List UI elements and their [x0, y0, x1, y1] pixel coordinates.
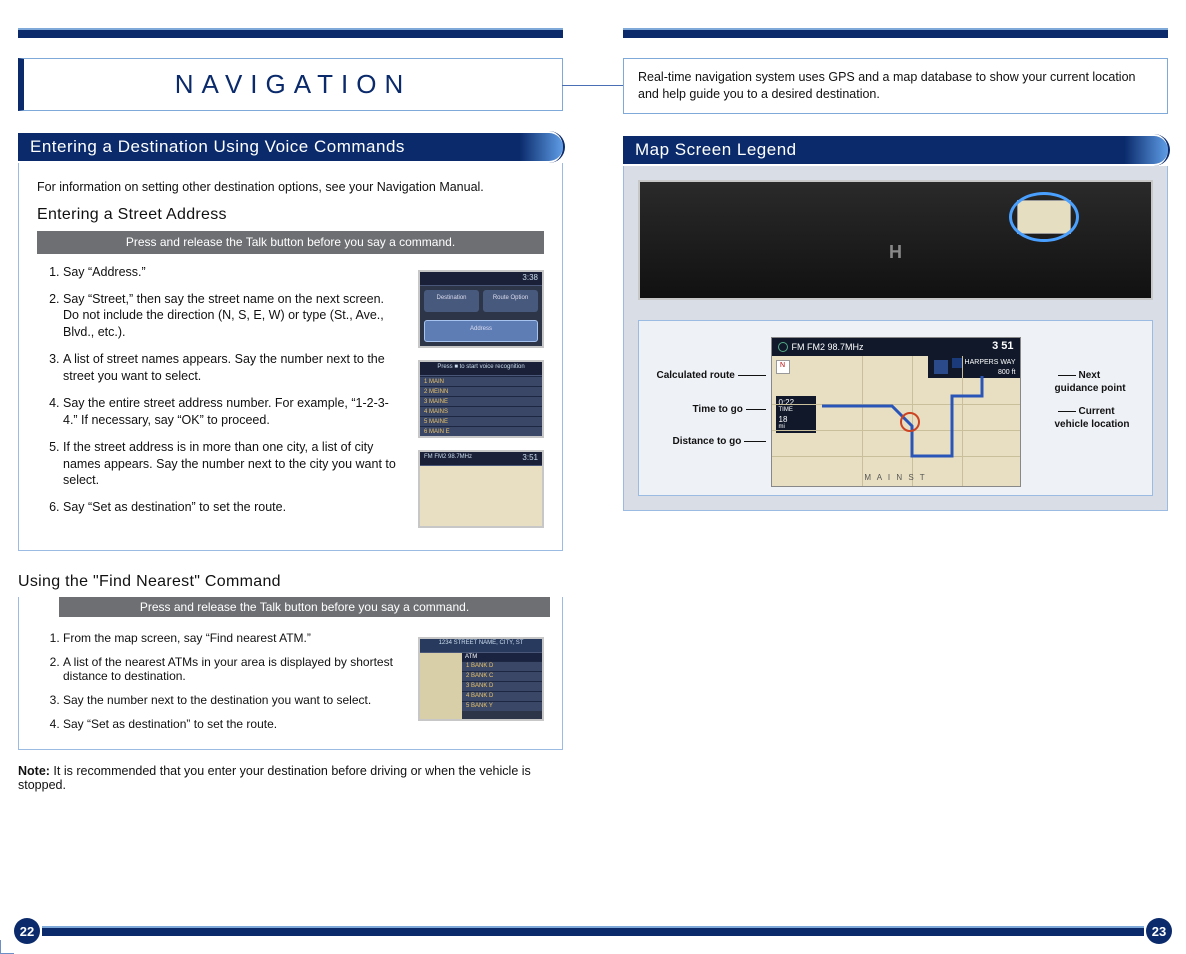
callout-calculated-route: Calculated route — [657, 369, 769, 383]
route-line-icon — [772, 356, 1021, 487]
figure-map-small: FM FM2 98.7MHz 3:51 — [418, 450, 544, 528]
step-6: Say “Set as destination” to set the rout… — [63, 499, 398, 516]
section-voice-commands-title: Entering a Destination Using Voice Comma… — [30, 137, 405, 156]
fn-step-1: From the map screen, say “Find nearest A… — [63, 631, 398, 645]
map-screen: FM FM2 98.7MHz 3 51 HARPERS WAY 800 ft N — [771, 337, 1021, 487]
street-label: M A I N S T — [772, 473, 1020, 484]
subheading-street-address: Entering a Street Address — [37, 204, 544, 226]
callout-time-to-go: Time to go — [693, 403, 769, 417]
navigation-title-box: NAVIGATION — [18, 58, 563, 111]
step-2: Say “Street,” then say the street name o… — [63, 291, 398, 342]
callout-distance-to-go: Distance to go — [673, 435, 770, 449]
radio-text: FM FM2 98.7MHz — [792, 341, 864, 353]
figure-map-legend: FM FM2 98.7MHz 3 51 HARPERS WAY 800 ft N — [638, 320, 1153, 496]
figure-nav-menu-time: 3:38 — [522, 273, 538, 282]
step-4: Say the entire street address number. Fo… — [63, 395, 398, 429]
section-map-legend-header: Map Screen Legend — [623, 136, 1168, 164]
dashboard-highlight-circle-icon — [1009, 192, 1079, 242]
fn-step-3: Say the number next to the destination y… — [63, 693, 398, 707]
fn-step-4: Say “Set as destination” to set the rout… — [63, 717, 398, 731]
manual-reference-text: For information on setting other destina… — [37, 179, 544, 196]
figure-dashboard: H — [638, 180, 1153, 300]
page-right: Real-time navigation system uses GPS and… — [593, 0, 1186, 954]
page-number-right: 23 — [1146, 918, 1172, 944]
intro-text: Real-time navigation system uses GPS and… — [638, 70, 1135, 101]
vehicle-location-icon — [900, 412, 920, 432]
section-voice-commands-body: For information on setting other destina… — [18, 163, 563, 551]
bottom-rule-right — [593, 926, 1144, 936]
find-nearest-steps: From the map screen, say “Find nearest A… — [37, 631, 398, 731]
note-label: Note: — [18, 764, 50, 778]
subheading-find-nearest: Using the "Find Nearest" Command — [18, 573, 563, 591]
intro-box: Real-time navigation system uses GPS and… — [623, 58, 1168, 114]
compass-icon — [778, 342, 788, 352]
guidance-point-icon — [934, 360, 948, 374]
top-rule-left — [18, 28, 563, 38]
map-clock: 3 51 — [992, 339, 1013, 354]
page-number-left: 22 — [14, 918, 40, 944]
step-1: Say “Address.” — [63, 264, 398, 281]
section-map-legend-body: H FM FM2 98.7MHz 3 51 — [623, 166, 1168, 511]
figure-atm-list: 1234 STREET NAME, CITY, ST ATM 1 BANK D … — [418, 637, 544, 721]
honda-logo-icon: H — [889, 240, 902, 264]
step-5: If the street address is in more than on… — [63, 439, 398, 490]
callout-next-guidance: Next guidance point — [1055, 369, 1145, 396]
street-address-steps: Say “Address.” Say “Street,” then say th… — [37, 264, 398, 517]
talk-instruction-bar-1: Press and release the Talk button before… — [37, 231, 544, 253]
page-left: NAVIGATION Entering a Destination Using … — [0, 0, 593, 954]
section-map-legend-title: Map Screen Legend — [635, 140, 797, 159]
section-voice-commands-header: Entering a Destination Using Voice Comma… — [18, 133, 563, 161]
navigation-title: NAVIGATION — [24, 69, 562, 100]
note-text: Note: It is recommended that you enter y… — [18, 764, 563, 792]
bottom-rule-left — [42, 926, 593, 936]
note-body: It is recommended that you enter your de… — [18, 764, 531, 792]
top-rule-right — [623, 28, 1168, 38]
step-3: A list of street names appears. Say the … — [63, 351, 398, 385]
talk-instruction-bar-2: Press and release the Talk button before… — [59, 597, 550, 617]
fn-step-2: A list of the nearest ATMs in your area … — [63, 655, 398, 683]
figure-street-list: Press ■ to start voice recognition 1 MAI… — [418, 360, 544, 438]
figure-nav-menu: 3:38 DestinationRoute Option Address Add… — [418, 270, 544, 348]
callout-vehicle-location: Current vehicle location — [1055, 405, 1145, 432]
corner-mark-icon — [0, 940, 14, 954]
